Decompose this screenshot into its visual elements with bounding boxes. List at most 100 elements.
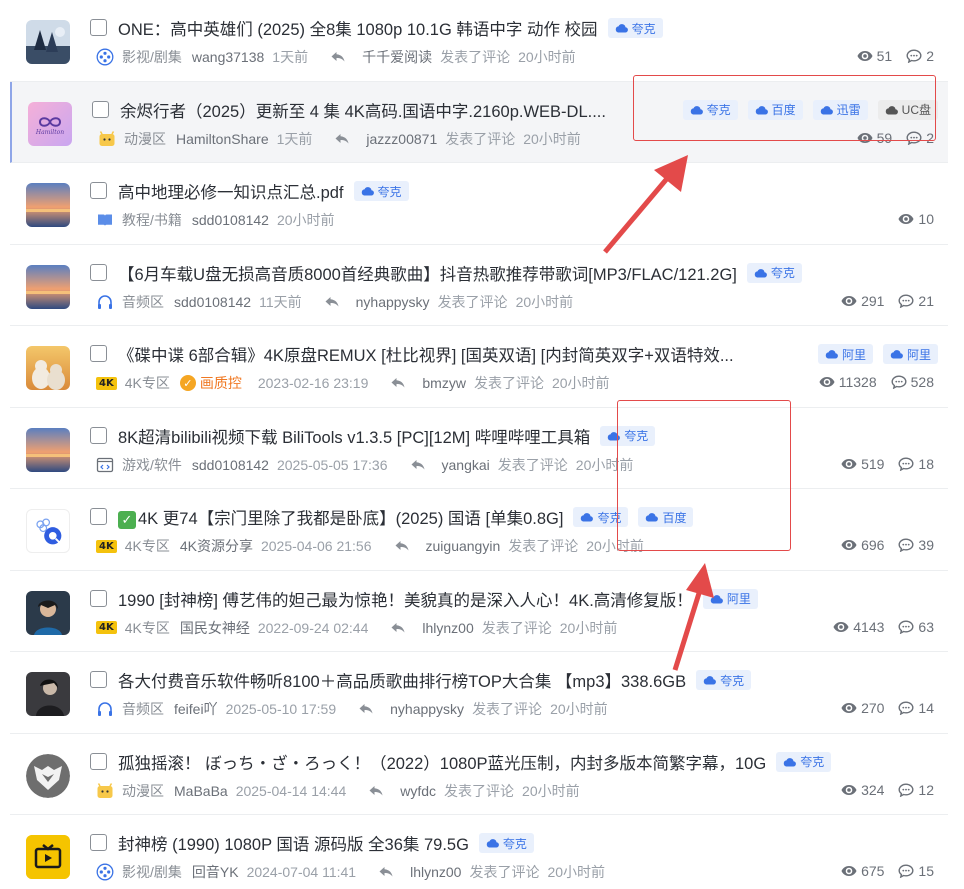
select-checkbox[interactable] xyxy=(90,263,107,281)
author-link[interactable]: wang37138 xyxy=(192,49,264,65)
category-link[interactable]: 音频区 xyxy=(122,699,164,719)
category-link[interactable]: 音频区 xyxy=(122,292,164,312)
select-checkbox[interactable] xyxy=(90,19,107,36)
select-checkbox[interactable] xyxy=(90,752,107,770)
topic-row[interactable]: ONE：高中英雄们 (2025) 全8集 1080p 10.1G 韩语中字 动作… xyxy=(10,0,948,82)
replier-link[interactable]: lhlynz00 xyxy=(410,864,461,880)
category-link[interactable]: 4K专区 xyxy=(125,618,170,638)
tag-aliyun[interactable]: 阿里 xyxy=(702,588,758,609)
category-link[interactable]: 教程/书籍 xyxy=(122,210,182,230)
topic-title[interactable]: 8K超清bilibili视频下载 BiliTools v1.3.5 [PC][1… xyxy=(118,424,590,448)
author-link[interactable]: 国民女神经 xyxy=(180,618,250,638)
select-checkbox[interactable] xyxy=(90,671,107,688)
topic-title[interactable]: 各大付费音乐软件畅听8100＋高品质歌曲排行榜TOP大合集 【mp3】338.6… xyxy=(118,668,686,692)
select-checkbox[interactable] xyxy=(90,834,107,851)
post-time: 2024-07-04 11:41 xyxy=(246,864,357,880)
select-checkbox[interactable] xyxy=(90,182,107,199)
post-time: 1天前 xyxy=(276,130,313,147)
tag-aliyun[interactable]: 阿里 xyxy=(817,344,873,364)
tag-quark[interactable]: 夸克 xyxy=(607,18,663,38)
author-link[interactable]: 回音YK xyxy=(192,862,239,882)
avatar[interactable] xyxy=(26,672,70,716)
replier-link[interactable]: nyhappysky xyxy=(390,701,464,717)
topic-row[interactable]: 封神榜 (1990) 1080P 国语 源码版 全36集 79.5G 夸克 影视… xyxy=(10,815,948,889)
author-link[interactable]: sdd0108142 xyxy=(192,457,269,473)
avatar[interactable]: Hamilton xyxy=(28,101,72,146)
category-link[interactable]: 影视/剧集 xyxy=(122,47,182,67)
replier-link[interactable]: yangkai xyxy=(442,457,490,473)
replier-link[interactable]: 千千爱阅读 xyxy=(362,47,432,67)
category-link[interactable]: 动漫区 xyxy=(124,129,166,149)
avatar[interactable] xyxy=(26,509,70,553)
select-checkbox[interactable] xyxy=(92,100,109,118)
topic-title[interactable]: 孤独摇滚！ ぼっち・ざ・ろっく！（2022）1080P蓝光压制，内封多版本简繁字… xyxy=(118,750,766,774)
tag-xunlei[interactable]: 迅雷 xyxy=(812,99,868,120)
replier-link[interactable]: jazzz00871 xyxy=(366,131,437,147)
tag-quark[interactable]: 夸克 xyxy=(776,751,832,772)
author-link[interactable]: feifei吖 xyxy=(174,699,218,719)
avatar[interactable] xyxy=(26,183,70,227)
topic-row[interactable]: 《碟中谍 6部合辑》4K原盘REMUX [杜比视界] [国英双语] [内封简英双… xyxy=(10,326,948,408)
topic-title[interactable]: 封神榜 (1990) 1080P 国语 源码版 全36集 79.5G xyxy=(118,831,469,855)
tag-baidu[interactable]: 百度 xyxy=(638,507,694,527)
tag-baidu[interactable]: 百度 xyxy=(747,99,803,120)
author-link[interactable]: HamiltonShare xyxy=(176,131,269,147)
avatar[interactable] xyxy=(26,20,70,64)
replier-link[interactable]: wyfdc xyxy=(400,783,436,799)
topic-title[interactable]: 余烬行者（2025）更新至 4 集 4K高码.国语中字.2160p.WEB-DL… xyxy=(120,98,606,122)
replier-link[interactable]: bmzyw xyxy=(422,375,466,391)
topic-row[interactable]: 8K超清bilibili视频下载 BiliTools v1.3.5 [PC][1… xyxy=(10,407,948,489)
category-link[interactable]: 游戏/软件 xyxy=(122,455,182,475)
tag-quark[interactable]: 夸克 xyxy=(478,833,534,853)
author-link[interactable]: sdd0108142 xyxy=(192,212,269,228)
topic-title[interactable]: 【6月车载U盘无损高音质8000首经典歌曲】抖音热歌推荐带歌词[MP3/FLAC… xyxy=(118,261,737,285)
avatar[interactable] xyxy=(26,753,70,798)
topic-row[interactable]: 各大付费音乐软件畅听8100＋高品质歌曲排行榜TOP大合集 【mp3】338.6… xyxy=(10,652,948,734)
avatar[interactable] xyxy=(26,835,70,879)
topic-title[interactable]: 高中地理必修一知识点汇总.pdf xyxy=(118,179,344,203)
eye-icon xyxy=(841,457,857,471)
replier-link[interactable]: nyhappysky xyxy=(356,294,430,310)
category-link[interactable]: 4K专区 xyxy=(125,536,170,556)
topic-title[interactable]: ✓ 4K 更74【宗门里除了我都是卧底】(2025) 国语 [单集0.8G] xyxy=(118,505,563,529)
select-checkbox[interactable] xyxy=(90,508,107,525)
topic-title[interactable]: 《碟中谍 6部合辑》4K原盘REMUX [杜比视界] [国英双语] [内封简英双… xyxy=(118,342,734,366)
topic-row[interactable]: 1990 [封神榜] 傅艺伟的妲己最为惊艳！美貌真的是深入人心！4K.高清修复版… xyxy=(10,570,948,652)
category-link[interactable]: 4K专区 xyxy=(125,373,170,393)
action-text: 发表了评论 xyxy=(469,864,540,880)
author-link[interactable]: MaBaBa xyxy=(174,783,228,799)
category-link[interactable]: 动漫区 xyxy=(122,781,164,801)
topic-row[interactable]: Hamilton 余烬行者（2025）更新至 4 集 4K高码.国语中字.216… xyxy=(10,81,948,163)
comment-count: 14 xyxy=(918,700,934,716)
quality-badge[interactable]: ✓ 画质控 xyxy=(179,373,242,393)
topic-row[interactable]: ✓ 4K 更74【宗门里除了我都是卧底】(2025) 国语 [单集0.8G] 夸克… xyxy=(10,489,948,571)
avatar[interactable] xyxy=(26,264,70,309)
avatar[interactable] xyxy=(26,590,70,635)
avatar[interactable] xyxy=(26,427,70,472)
tag-quark[interactable]: 夸克 xyxy=(353,181,409,201)
select-checkbox[interactable] xyxy=(90,426,107,444)
author-link[interactable]: 4K资源分享 xyxy=(180,536,253,556)
replier-link[interactable]: zuiguangyin xyxy=(426,538,501,554)
cloud-icon xyxy=(710,594,723,604)
replier-link[interactable]: lhlynz00 xyxy=(422,620,473,636)
tag-quark[interactable]: 夸克 xyxy=(746,262,802,283)
author-link[interactable]: sdd0108142 xyxy=(174,294,251,310)
tag-quark[interactable]: 夸克 xyxy=(600,425,656,446)
topic-title[interactable]: ONE：高中英雄们 (2025) 全8集 1080p 10.1G 韩语中字 动作… xyxy=(118,16,598,40)
category-link[interactable]: 影视/剧集 xyxy=(122,862,182,882)
tag-quark[interactable]: 夸克 xyxy=(573,507,629,527)
avatar[interactable] xyxy=(26,346,70,390)
tag-aliyun[interactable]: 阿里 xyxy=(882,344,938,364)
post-time: 20小时前 xyxy=(276,212,335,228)
select-checkbox[interactable] xyxy=(90,345,107,362)
tag-quark[interactable]: 夸克 xyxy=(696,670,752,690)
tag-quark[interactable]: 夸克 xyxy=(682,99,738,120)
topic-row[interactable]: 孤独摇滚！ ぼっち・ざ・ろっく！（2022）1080P蓝光压制，内封多版本简繁字… xyxy=(10,733,948,815)
topic-title[interactable]: 1990 [封神榜] 傅艺伟的妲己最为惊艳！美貌真的是深入人心！4K.高清修复版… xyxy=(118,587,693,611)
tag-uc[interactable]: UC盘 xyxy=(877,99,938,120)
topic-row[interactable]: 【6月车载U盘无损高音质8000首经典歌曲】抖音热歌推荐带歌词[MP3/FLAC… xyxy=(10,244,948,326)
select-checkbox[interactable] xyxy=(90,589,107,607)
check-mark-icon: ✓ xyxy=(118,511,136,529)
topic-row[interactable]: 高中地理必修一知识点汇总.pdf 夸克 教程/书籍 sdd0108142 20小… xyxy=(10,163,948,245)
